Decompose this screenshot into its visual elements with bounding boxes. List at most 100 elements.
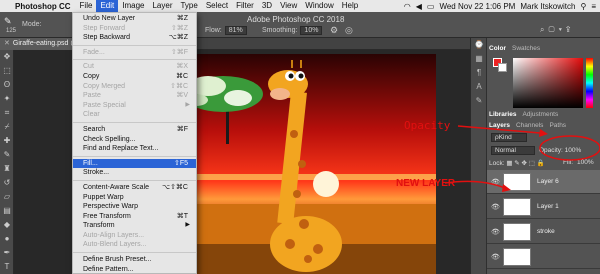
crop-tool-icon[interactable]: ⌗	[0, 106, 14, 120]
history-icon[interactable]: ⌚	[471, 38, 487, 52]
search-icon[interactable]: ⚲	[580, 2, 586, 11]
annotation-opacity: Opacity	[404, 119, 451, 132]
battery-icon[interactable]: ▭	[427, 2, 435, 11]
menu-layer[interactable]: Layer	[148, 0, 176, 12]
color-picker-field[interactable]	[513, 58, 583, 108]
menu-view[interactable]: View	[276, 0, 301, 12]
menu-select[interactable]: Select	[202, 0, 232, 12]
background-color-swatch[interactable]	[498, 63, 507, 72]
menu-item-check-spelling[interactable]: Check Spelling...	[73, 135, 196, 145]
hue-slider[interactable]	[586, 58, 593, 108]
menu-item-search[interactable]: Search ⌘F	[73, 125, 196, 135]
flow-input[interactable]: 81%	[224, 26, 247, 35]
gradient-tool-icon[interactable]: ▤	[0, 204, 14, 218]
smoothing-input[interactable]: 10%	[300, 26, 323, 35]
move-tool-icon[interactable]: ✥	[0, 50, 14, 64]
marquee-tool-icon[interactable]: ⬚	[0, 64, 14, 78]
submenu-arrow-icon: ▶	[185, 222, 190, 229]
character-icon[interactable]: A	[471, 80, 487, 94]
workspace-icons[interactable]: ⌕▢▾⇪	[540, 25, 574, 35]
opacity-control: Opacity: 100%	[539, 147, 599, 154]
brushes-icon[interactable]: ✎	[471, 94, 487, 108]
menu-item-puppet-warp[interactable]: Puppet Warp	[73, 193, 196, 203]
stamp-tool-icon[interactable]: ♜	[0, 162, 14, 176]
tab-paths[interactable]: Paths	[549, 122, 566, 132]
blend-mode-select[interactable]: Normal	[491, 146, 535, 155]
dodge-tool-icon[interactable]: ●	[0, 232, 14, 246]
menu-item-shortcut: ⇧⌘Z	[170, 24, 188, 32]
menu-item-shortcut: ⇧⌘C	[170, 82, 188, 90]
menu-item-shortcut: ⌥⌘Z	[168, 34, 188, 42]
lasso-tool-icon[interactable]: ʘ	[0, 78, 14, 92]
menu-item-step-backward[interactable]: Step Backward ⌥⌘Z	[73, 33, 196, 43]
tab-swatches[interactable]: Swatches	[512, 45, 540, 55]
menu-item-fill[interactable]: Fill... ⇧F5	[73, 158, 196, 169]
blur-tool-icon[interactable]: ◆	[0, 218, 14, 232]
tab-color[interactable]: Color	[489, 45, 506, 55]
list-icon[interactable]: ≡	[591, 2, 596, 11]
brush-size[interactable]: 125	[6, 28, 16, 34]
brush-tool-icon[interactable]: ✎	[0, 148, 14, 162]
menu-item-perspective-warp[interactable]: Perspective Warp	[73, 202, 196, 212]
healing-brush-icon[interactable]: ✚	[0, 134, 14, 148]
layer-name[interactable]: Layer 6	[537, 178, 559, 185]
menu-item-label: Free Transform	[83, 212, 131, 220]
properties-icon[interactable]: ▦	[471, 52, 487, 66]
user-name[interactable]: Mark Itskowitch	[520, 2, 575, 11]
lock-icons[interactable]: ▦ ✎ ✥ ⬚ 🔒	[506, 160, 545, 167]
tab-adjustments[interactable]: Adjustments	[522, 111, 558, 121]
visibility-eye-icon[interactable]: 👁	[491, 228, 500, 236]
fill-input[interactable]: 100%	[577, 159, 594, 166]
menu-image[interactable]: Image	[118, 0, 148, 12]
app-menu[interactable]: Photoshop CC	[10, 2, 76, 11]
brush-preset-icon[interactable]: ✎	[4, 16, 12, 27]
opacity-input[interactable]: 100%	[565, 147, 582, 154]
menu-item-copy[interactable]: Copy ⌘C	[73, 72, 196, 82]
layer-row[interactable]: 👁 Layer 6	[487, 170, 600, 194]
menu-edit[interactable]: Edit	[96, 0, 119, 12]
menu-item-free-transform[interactable]: Free Transform ⌘T	[73, 212, 196, 222]
clock[interactable]: Wed Nov 22 1:06 PM	[439, 2, 515, 11]
menu-type[interactable]: Type	[176, 0, 201, 12]
menu-item-auto-blend-layers: Auto-Blend Layers...	[73, 240, 196, 250]
tab-layers[interactable]: Layers	[489, 122, 510, 132]
eraser-tool-icon[interactable]: ▱	[0, 190, 14, 204]
menu-3d[interactable]: 3D	[258, 0, 276, 12]
quick-select-icon[interactable]: ✦	[0, 92, 14, 106]
paragraph-icon[interactable]: ¶	[471, 66, 487, 80]
flow-label: Flow:	[205, 27, 222, 34]
close-icon[interactable]: ✕	[4, 38, 10, 50]
tab-channels[interactable]: Channels	[516, 122, 543, 132]
visibility-eye-icon[interactable]: 👁	[491, 253, 500, 261]
tab-libraries[interactable]: Libraries	[489, 111, 516, 121]
layer-row[interactable]: 👁 stroke	[487, 220, 600, 244]
type-tool-icon[interactable]: T	[0, 260, 14, 274]
visibility-eye-icon[interactable]: 👁	[491, 203, 500, 211]
eyedropper-icon[interactable]: ⌿	[0, 120, 14, 134]
menu-item-transform[interactable]: Transform ▶	[73, 221, 196, 231]
menu-item-content-aware-scale[interactable]: Content-Aware Scale ⌥⇧⌘C	[73, 183, 196, 193]
gear-icon[interactable]: ⚙	[330, 25, 338, 36]
visibility-eye-icon[interactable]: 👁	[491, 178, 500, 186]
layer-thumbnail	[503, 173, 531, 191]
layer-kind-filter[interactable]: ρKind	[491, 133, 527, 142]
layer-row[interactable]: 👁 Layer 1	[487, 195, 600, 219]
layer-name[interactable]: stroke	[537, 228, 555, 235]
menu-window[interactable]: Window	[301, 0, 337, 12]
menu-filter[interactable]: Filter	[232, 0, 258, 12]
layer-name[interactable]: Layer 1	[537, 203, 559, 210]
menu-item-define-brush-preset[interactable]: Define Brush Preset...	[73, 255, 196, 265]
menu-item-find-and-replace-text[interactable]: Find and Replace Text...	[73, 144, 196, 154]
menu-item-stroke[interactable]: Stroke...	[73, 168, 196, 178]
pressure-icon[interactable]: ◎	[345, 25, 353, 36]
menu-item-undo-new-layer[interactable]: Undo New Layer ⌘Z	[73, 14, 196, 24]
history-brush-icon[interactable]: ↺	[0, 176, 14, 190]
menu-file[interactable]: File	[76, 0, 97, 12]
document-canvas[interactable]	[178, 54, 436, 274]
menu-help[interactable]: Help	[338, 0, 362, 12]
menu-item-define-pattern[interactable]: Define Pattern...	[73, 265, 196, 273]
wifi-icon[interactable]: ◠	[404, 2, 411, 11]
layer-row[interactable]: 👁	[487, 245, 600, 269]
volume-icon[interactable]: ◀	[416, 2, 422, 11]
pen-tool-icon[interactable]: ✒	[0, 246, 14, 260]
